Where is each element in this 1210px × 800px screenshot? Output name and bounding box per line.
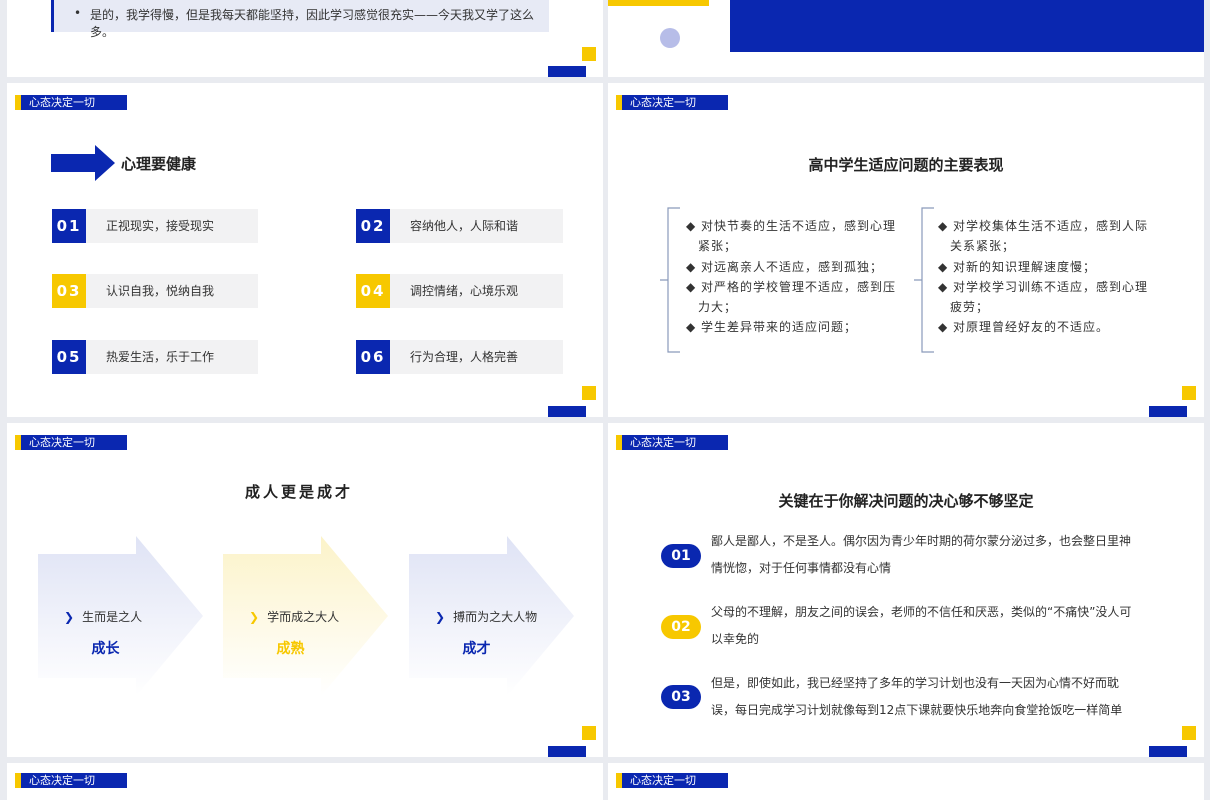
slide-bottom-left[interactable]: 心态决定一切 <box>7 763 603 800</box>
quote-bullet: • <box>74 6 82 20</box>
item-text-02: 容纳他人，人际和谐 <box>390 209 563 243</box>
arrow-right-icon <box>51 145 115 181</box>
arrow-card-mature: ❯ 学而成之大人 成熟 <box>223 536 388 696</box>
item-number-01: 01 <box>52 209 86 243</box>
item-text-03: 认识自我，悦纳自我 <box>86 274 258 308</box>
list-item: ◆ 对学校学习训练不适应，感到心理疲劳； <box>938 279 1149 315</box>
section-tag: 心态决定一切 <box>15 95 127 110</box>
section-tag: 心态决定一切 <box>616 95 728 110</box>
corner-blue-bar <box>548 66 586 77</box>
arrow-card-growth: ❯ 生而是之人 成长 <box>38 536 203 696</box>
item-number-03: 03 <box>661 685 701 709</box>
list-item: ◆ 对严格的学校管理不适应，感到压力大； <box>686 279 897 315</box>
list-item: ◆ 对远离亲人不适应，感到孤独； <box>686 259 884 274</box>
card-label: ❯ 学而成之大人 <box>249 610 340 624</box>
blue-block <box>730 0 1204 52</box>
card-title: 成长 <box>91 641 120 657</box>
corner-blue-bar <box>1149 746 1187 757</box>
section-tag: 心态决定一切 <box>616 435 728 450</box>
slide-top-left[interactable]: • 是的，我学得慢，但是我每天都能坚持，因此学习感觉很充实——今天我又学了这么多… <box>7 0 603 77</box>
slide-adult[interactable]: 心态决定一切 成人更是成才 ❯ 生而是之人 成长 ❯ 学而成之大人 成熟 ❯ 搏而为之… <box>7 423 603 757</box>
slide-health[interactable]: 心态决定一切 心理要健康 01 正视现实，接受现实 02 容纳他人，人际和谐 0… <box>7 83 603 417</box>
slide-top-right[interactable] <box>608 0 1204 77</box>
item-text-04: 调控情绪，心境乐观 <box>390 274 563 308</box>
card-title: 成才 <box>462 641 491 657</box>
item-number-06: 06 <box>356 340 390 374</box>
section-tag: 心态决定一切 <box>15 773 127 788</box>
page-title: 成人更是成才 <box>244 483 353 501</box>
quote-box: • 是的，我学得慢，但是我每天都能坚持，因此学习感觉很充实——今天我又学了这么多… <box>51 0 549 39</box>
item-number-05: 05 <box>52 340 86 374</box>
list-item: ◆ 对学校集体生活不适应，感到人际关系紧张； <box>938 219 1149 254</box>
slide-adapt[interactable]: 心态决定一切 高中学生适应问题的主要表现 ◆ 对快节奏的生活不适应，感到心理紧张… <box>608 83 1204 417</box>
item-paragraph-02: 父母的不理解，朋友之间的误会，老师的不信任和厌恶，类似的“不痛快”没人可以幸免的 <box>711 605 1132 646</box>
card-title: 成熟 <box>276 641 305 657</box>
yellow-strip <box>608 0 709 6</box>
corner-yellow-square <box>582 726 596 740</box>
page-title: 心理要健康 <box>121 155 197 173</box>
item-paragraph-01: 鄙人是鄙人，不是圣人。偶尔因为青少年时期的荷尔蒙分泌过多，也会整日里神情恍惚，对… <box>711 534 1132 575</box>
item-number-03: 03 <box>52 274 86 308</box>
corner-yellow-square <box>1182 386 1196 400</box>
left-brace-icon <box>660 207 680 353</box>
list-item: ◆ 对原理曾经好友的不适应。 <box>938 320 1110 335</box>
corner-yellow-square <box>582 47 596 61</box>
card-label: ❯ 生而是之人 <box>64 610 143 624</box>
slide-bottom-right[interactable]: 心态决定一切 <box>608 763 1204 800</box>
item-paragraph-03: 但是，即使如此，我已经坚持了多年的学习计划也没有一天因为心情不好而耽误，每日完成… <box>711 676 1123 717</box>
item-text-05: 热爱生活，乐于工作 <box>86 340 258 374</box>
right-brace-icon <box>914 207 934 353</box>
list-item: ◆ 对快节奏的生活不适应，感到心理紧张； <box>686 219 897 254</box>
item-number-02: 02 <box>356 209 390 243</box>
item-text-01: 正视现实，接受现实 <box>86 209 258 243</box>
corner-blue-bar <box>1149 406 1187 417</box>
page-title: 高中学生适应问题的主要表现 <box>808 156 1004 174</box>
corner-blue-bar <box>548 406 586 417</box>
corner-yellow-square <box>1182 726 1196 740</box>
list-item: ◆ 对新的知识理解速度慢； <box>938 259 1097 274</box>
arrow-card-talent: ❯ 搏而为之大人物 成才 <box>409 536 574 696</box>
quote-text: 是的，我学得慢，但是我每天都能坚持，因此学习感觉很充实——今天我又学了这么多。 <box>90 8 535 39</box>
right-bullet-list: ◆ 对学校集体生活不适应，感到人际关系紧张； ◆ 对新的知识理解速度慢； ◆ 对… <box>938 216 1150 338</box>
left-bullet-list: ◆ 对快节奏的生活不适应，感到心理紧张； ◆ 对远离亲人不适应，感到孤独； ◆ … <box>686 216 898 338</box>
section-tag: 心态决定一切 <box>15 435 127 450</box>
card-label: ❯ 搏而为之大人物 <box>435 610 538 624</box>
slide-resolve[interactable]: 心态决定一切 关键在于你解决问题的决心够不够坚定 01 鄙人是鄙人，不是圣人。偶… <box>608 423 1204 757</box>
list-item: ◆ 学生差异带来的适应问题； <box>686 320 858 335</box>
item-text-06: 行为合理，人格完善 <box>390 340 563 374</box>
item-number-04: 04 <box>356 274 390 308</box>
item-number-02: 02 <box>661 615 701 639</box>
corner-yellow-square <box>582 386 596 400</box>
section-tag: 心态决定一切 <box>616 773 728 788</box>
item-number-01: 01 <box>661 544 701 568</box>
corner-blue-bar <box>548 746 586 757</box>
page-title: 关键在于你解决问题的决心够不够坚定 <box>778 492 1034 510</box>
lavender-dot <box>660 28 680 48</box>
